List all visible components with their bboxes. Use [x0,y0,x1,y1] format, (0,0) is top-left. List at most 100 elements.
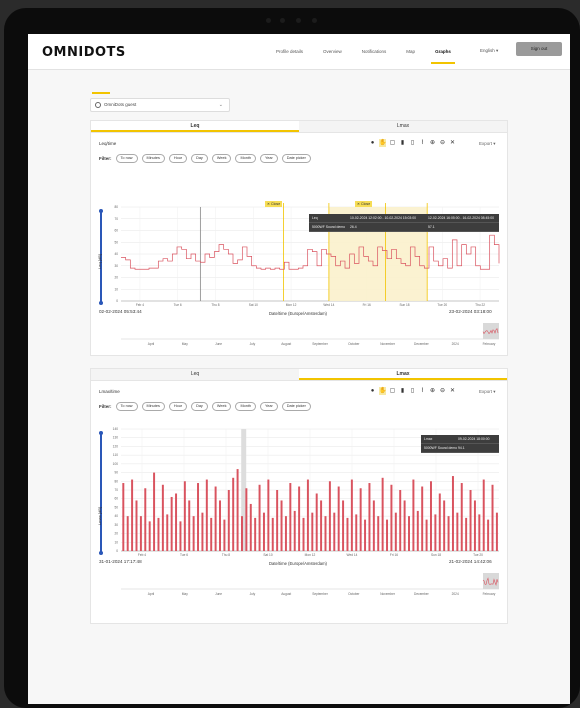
lmax-bar [399,490,402,551]
range-start[interactable]: 31-01-2024 17:17:48 [99,559,142,564]
range-end[interactable]: 21-02-2024 14:42:06 [449,559,492,564]
lmax-bar [197,483,200,551]
lmax-bar [434,514,437,551]
lmax-bar [451,476,454,551]
lmax-bar [144,488,147,551]
lmax-bar [465,517,468,551]
lmax-bar [491,484,494,551]
range-end[interactable]: 23-02-2024 03:18:00 [449,309,492,314]
y-tick-label: 50 [114,505,118,509]
y-tick-label: 90 [114,471,118,475]
x-tick-label: Thu 8 [211,303,219,307]
lmax-bar [245,488,248,551]
lmax-bar [408,516,410,551]
nav-profile-details[interactable]: Profile details [266,34,313,70]
main-nav: Profile details Overview Notifications M… [266,34,461,70]
y-zoom-handle [99,551,103,555]
lmax-bar [320,500,323,551]
y-tick-label: 120 [113,444,119,448]
range-start[interactable]: 02-02-2024 05:53:44 [99,309,142,314]
lmax-bar [368,483,371,551]
lmax-bar [324,516,327,551]
lmax-bar [131,479,134,551]
legend-header-time: 09-02-2024 18:00:00 [458,437,490,441]
close-marker-2[interactable]: ✕ Close [355,201,373,207]
x-tick-label: Mon 12 [286,303,297,307]
y-axis-label: Leq [dB] [97,254,102,269]
nav-map[interactable]: Map [396,34,425,70]
lmax-bar [315,493,318,551]
navigator-tick-label: May [182,342,188,346]
x-tick-label: Tue 6 [180,553,188,557]
x-tick-label: Tue 20 [473,553,483,557]
lmax-bar [223,519,226,551]
device-select[interactable]: OmniDots guest ⌄ [90,98,230,112]
navigator-tick-label: October [348,592,360,596]
y-tick-label: 140 [113,427,119,431]
lmax-bar [188,500,191,551]
navigator-tick-label: October [348,342,360,346]
lmax-bar [372,500,375,551]
navigator-tick-label: November [380,342,396,346]
lmax-bar [412,479,415,551]
lmax-bar [166,514,169,551]
lmax-bar [139,516,142,551]
lmax-bar [394,512,397,551]
legend-header-range-2: 12-02-2024 16:05:00 - 16-02-2024 08:45:0… [428,216,494,220]
lmax-bar [487,519,490,551]
lmax-bar [183,481,186,551]
navigator-tick-label: November [380,592,396,596]
nav-graphs[interactable]: Graphs [425,34,461,70]
language-select[interactable]: English ▾ [480,48,498,54]
nav-overview[interactable]: Overview [313,34,352,70]
y-tick-label: 60 [114,229,118,233]
lmax-chart[interactable]: 0 10 20 30 40 50 60 70 80 90 100 110 120 130 140 Feb 4 T… [91,369,509,625]
close-marker-1[interactable]: ✕ Close [265,201,283,207]
x-tick-label: Wed 14 [323,303,334,307]
omnidots-logo[interactable]: OMNIDOTS [42,45,126,60]
y-tick-label: 40 [114,514,118,518]
y-tick-label: 30 [114,523,118,527]
y-tick-label: 20 [114,532,118,536]
section-accent [92,92,110,94]
x-tick-label: Fri 16 [363,303,371,307]
lmax-bar [495,512,498,551]
lmax-bar [377,516,380,551]
lmax-bar [157,517,160,551]
x-tick-label: Sat 10 [263,553,272,557]
x-tick-label: Thu 22 [475,303,485,307]
top-navigation-bar: OMNIDOTS Profile details Overview Notifi… [28,34,570,70]
lmax-bar [478,514,481,551]
lmax-bar [482,479,485,551]
lmax-bar [254,517,257,551]
lmax-bar [170,496,173,551]
y-tick-label: 10 [114,540,118,544]
legend-header-metric: Leq [312,216,318,220]
app-screen: OMNIDOTS Profile details Overview Notifi… [28,34,570,704]
nav-notifications[interactable]: Notifications [352,34,397,70]
lmax-bar [443,500,446,551]
lmax-bar [429,481,432,551]
lmax-bar [262,512,265,551]
lmax-bar [355,514,358,551]
lmax-bar [364,519,367,551]
y-tick-label: 70 [114,488,118,492]
lmax-bar [425,519,428,551]
sign-out-button[interactable]: Sign out [516,42,562,56]
x-tick-label: Thu 8 [222,553,230,557]
x-tick-label: Feb 4 [136,303,144,307]
lmax-bar [381,477,384,551]
leq-chart-panel: Leq Lmax Leq/time ● ✋ ▢ ▮ ▯ ⌇ ⊕ ⊖ ✕ Expo… [90,120,508,356]
navigator-tick-label: 2024 [452,592,459,596]
lmax-chart-panel: Leq Lmax Lmax/time ● ✋ ▢ ▮ ▯ ⌇ ⊕ ⊖ ✕ Exp… [90,368,508,624]
lmax-bar [284,516,287,551]
legend-value-1: 26.4 [350,225,357,229]
device-select-value: OmniDots guest [104,102,137,107]
navigator-tick-label: December [414,592,430,596]
lmax-bar [298,486,301,551]
lmax-bar [390,484,393,551]
leq-chart[interactable]: 0 10 20 30 40 50 60 70 80 Feb 4 Tue 6 Thu 8 Sat 10 Mo… [91,121,509,357]
y-tick-label: 80 [114,479,118,483]
y-zoom-handle [99,431,103,435]
lmax-bar [447,516,450,551]
